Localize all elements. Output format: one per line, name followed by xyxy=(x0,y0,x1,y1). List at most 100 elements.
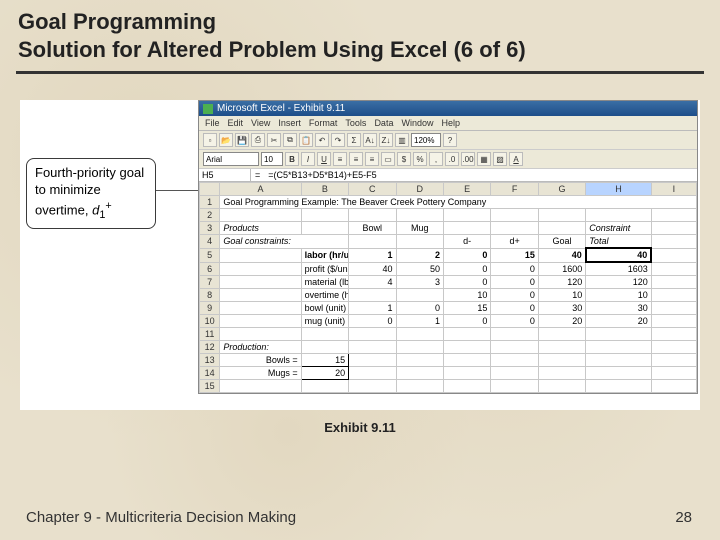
row-10[interactable]: 10 mug (unit) 0 1 0 0 20 20 xyxy=(200,315,697,328)
cell[interactable]: Goal xyxy=(538,235,585,249)
cell[interactable]: 0 xyxy=(491,289,538,302)
cell[interactable]: 1 xyxy=(349,302,396,315)
redo-icon[interactable]: ↷ xyxy=(331,133,345,147)
underline-icon[interactable]: U xyxy=(317,152,331,166)
align-left-icon[interactable]: ≡ xyxy=(333,152,347,166)
name-box[interactable]: H5 xyxy=(199,169,251,181)
row-header[interactable]: 7 xyxy=(200,276,220,289)
open-icon[interactable]: 📂 xyxy=(219,133,233,147)
row-header[interactable]: 15 xyxy=(200,380,220,393)
row-4[interactable]: 4 Goal constraints: d- d+ Goal Total xyxy=(200,235,697,249)
row-header[interactable]: 12 xyxy=(200,341,220,354)
menu-data[interactable]: Data xyxy=(374,118,393,128)
row-14[interactable]: 14 Mugs = 20 xyxy=(200,367,697,380)
row-11[interactable]: 11 xyxy=(200,328,697,341)
cell[interactable]: d+ xyxy=(491,235,538,249)
align-center-icon[interactable]: ≡ xyxy=(349,152,363,166)
cell[interactable]: 3 xyxy=(396,276,443,289)
cell[interactable]: 2 xyxy=(396,248,443,262)
cell[interactable]: Constraint xyxy=(586,222,652,235)
cell[interactable]: Goal Programming Example: The Beaver Cre… xyxy=(220,196,697,209)
cell[interactable]: 0 xyxy=(443,315,490,328)
col-header-C[interactable]: C xyxy=(349,183,396,196)
cell[interactable]: 120 xyxy=(586,276,652,289)
function-icon[interactable]: = xyxy=(251,170,264,180)
autosum-icon[interactable]: Σ xyxy=(347,133,361,147)
cell[interactable]: labor (hr/unit) xyxy=(301,248,348,262)
cell[interactable]: 1 xyxy=(396,315,443,328)
col-header-G[interactable]: G xyxy=(538,183,585,196)
row-header[interactable]: 5 xyxy=(200,248,220,262)
italic-icon[interactable]: I xyxy=(301,152,315,166)
menu-view[interactable]: View xyxy=(251,118,270,128)
row-header[interactable]: 11 xyxy=(200,328,220,341)
cell[interactable]: 0 xyxy=(491,315,538,328)
row-15[interactable]: 15 xyxy=(200,380,697,393)
cell[interactable]: 10 xyxy=(443,289,490,302)
row-2[interactable]: 2 xyxy=(200,209,697,222)
borders-icon[interactable]: ▦ xyxy=(477,152,491,166)
sort-asc-icon[interactable]: A↓ xyxy=(363,133,377,147)
new-icon[interactable]: ▫ xyxy=(203,133,217,147)
menu-insert[interactable]: Insert xyxy=(278,118,301,128)
col-header-H[interactable]: H xyxy=(586,183,652,196)
row-8[interactable]: 8 overtime (hr) 10 0 10 10 xyxy=(200,289,697,302)
cell[interactable]: 0 xyxy=(349,315,396,328)
font-size-dropdown[interactable]: 10 xyxy=(261,152,283,166)
menu-format[interactable]: Format xyxy=(309,118,338,128)
merge-icon[interactable]: ▭ xyxy=(381,152,395,166)
cell[interactable]: 120 xyxy=(538,276,585,289)
cell[interactable]: profit ($/unit) xyxy=(301,262,348,276)
row-header[interactable]: 10 xyxy=(200,315,220,328)
menu-file[interactable]: File xyxy=(205,118,220,128)
cell[interactable]: 0 xyxy=(443,262,490,276)
save-icon[interactable]: 💾 xyxy=(235,133,249,147)
cell[interactable]: 10 xyxy=(586,289,652,302)
row-3[interactable]: 3 Products Bowl Mug Constraint xyxy=(200,222,697,235)
row-header[interactable]: 1 xyxy=(200,196,220,209)
cell[interactable]: Production: xyxy=(220,341,301,354)
row-header[interactable]: 4 xyxy=(200,235,220,249)
cell[interactable]: 0 xyxy=(443,276,490,289)
bold-icon[interactable]: B xyxy=(285,152,299,166)
row-7[interactable]: 7 material (lbs/unit) 4 3 0 0 120 120 xyxy=(200,276,697,289)
cell[interactable]: Goal constraints: xyxy=(220,235,349,249)
col-header-A[interactable]: A xyxy=(220,183,301,196)
cell[interactable]: bowl (unit) xyxy=(301,302,348,315)
col-header-D[interactable]: D xyxy=(396,183,443,196)
row-header[interactable]: 9 xyxy=(200,302,220,315)
cell[interactable]: Mug xyxy=(396,222,443,235)
row-header[interactable]: 2 xyxy=(200,209,220,222)
align-right-icon[interactable]: ≡ xyxy=(365,152,379,166)
cell[interactable]: 1 xyxy=(349,248,396,262)
col-header-B[interactable]: B xyxy=(301,183,348,196)
menu-edit[interactable]: Edit xyxy=(228,118,244,128)
chart-icon[interactable]: ▥ xyxy=(395,133,409,147)
decrease-decimal-icon[interactable]: .00 xyxy=(461,152,475,166)
menu-tools[interactable]: Tools xyxy=(345,118,366,128)
col-header-I[interactable]: I xyxy=(651,183,696,196)
cell[interactable]: 30 xyxy=(586,302,652,315)
row-12[interactable]: 12 Production: xyxy=(200,341,697,354)
row-1[interactable]: 1 Goal Programming Example: The Beaver C… xyxy=(200,196,697,209)
row-13[interactable]: 13 Bowls = 15 xyxy=(200,354,697,367)
cell[interactable]: 50 xyxy=(396,262,443,276)
sort-desc-icon[interactable]: Z↓ xyxy=(379,133,393,147)
cell[interactable]: 0 xyxy=(396,302,443,315)
help-icon[interactable]: ? xyxy=(443,133,457,147)
cell[interactable]: 0 xyxy=(491,276,538,289)
cell[interactable]: 30 xyxy=(538,302,585,315)
cell[interactable]: Total xyxy=(586,235,652,249)
font-color-icon[interactable]: A xyxy=(509,152,523,166)
currency-icon[interactable]: $ xyxy=(397,152,411,166)
cell[interactable]: 0 xyxy=(491,262,538,276)
worksheet[interactable]: A B C D E F G H I 1 Goal Programming Exa… xyxy=(199,182,697,393)
cell[interactable]: material (lbs/unit) xyxy=(301,276,348,289)
copy-icon[interactable]: ⧉ xyxy=(283,133,297,147)
cut-icon[interactable]: ✂ xyxy=(267,133,281,147)
cell[interactable]: Bowls = xyxy=(220,354,301,367)
cell[interactable]: Mugs = xyxy=(220,367,301,380)
undo-icon[interactable]: ↶ xyxy=(315,133,329,147)
cell[interactable]: 20 xyxy=(301,367,348,380)
selected-cell[interactable]: 40 xyxy=(586,248,652,262)
